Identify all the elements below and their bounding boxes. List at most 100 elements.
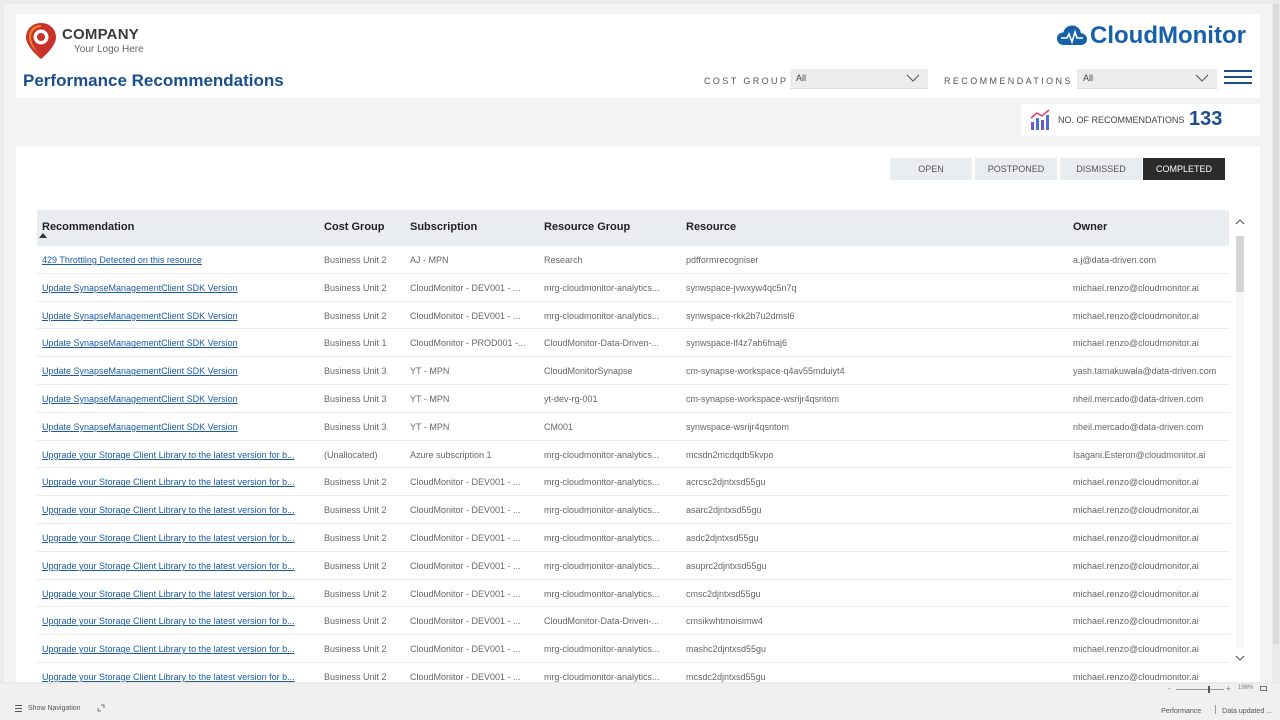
status-right: Performance Data updated ... [1161,705,1272,715]
subscription-cell: CloudMonitor - DEV001 - ... [410,477,521,488]
resource-cell: cmsikwhtmoisimw4 [686,616,764,627]
cost-group-cell: Business Unit 2 [324,644,387,655]
recommendation-link[interactable]: Update SynapseManagementClient SDK Versi… [42,422,314,432]
recommendation-link[interactable]: Upgrade your Storage Client Library to t… [42,589,314,599]
table-row: Upgrade your Storage Client Library to t… [37,663,1229,682]
column-header-recommendation[interactable]: Recommendation [42,221,314,233]
column-header-resource-group[interactable]: Resource Group [544,221,674,233]
owner-cell: michael.renzo@cloudmonitor.ai [1073,505,1199,516]
page-scrollbar[interactable] [1273,4,1279,644]
page-title: Performance Recommendations [23,71,284,90]
zoom-in-button[interactable]: + [1226,684,1231,693]
tab-open[interactable]: OPEN [890,158,972,180]
cost-group-cell: Business Unit 2 [324,532,387,543]
fit-to-page-icon[interactable] [1260,686,1267,691]
scroll-up-icon[interactable] [1235,218,1245,226]
recommendation-link[interactable]: Upgrade your Storage Client Library to t… [42,672,314,682]
subscription-cell: Azure subscription 1 [410,449,492,460]
resource-group-cell: yt-dev-rg-001 [544,393,598,404]
report-header: COMPANY Your Logo Here Performance Recom… [16,14,1260,98]
owner-cell: michael.renzo@cloudmonitor.ai [1073,588,1199,599]
brand-name: CloudMonitor [1090,22,1246,49]
recommendation-link[interactable]: Update SynapseManagementClient SDK Versi… [42,283,314,293]
recommendation-link[interactable]: Upgrade your Storage Client Library to t… [42,477,314,487]
zoom-out-button[interactable]: - [1168,684,1171,693]
cost-group-cell: Business Unit 3 [324,393,387,404]
recommendation-link[interactable]: 429 Throttling Detected on this resource [42,255,314,265]
column-header-resource[interactable]: Resource [686,221,1056,233]
recommendation-link[interactable]: Upgrade your Storage Client Library to t… [42,505,314,515]
table-row: Update SynapseManagementClient SDK Versi… [37,413,1229,441]
resource-cell: asuprc2djntxsd55gu [686,560,767,571]
report-canvas: COMPANY Your Logo Here Performance Recom… [4,4,1272,682]
recommendation-link[interactable]: Upgrade your Storage Client Library to t… [42,533,314,543]
recommendations-value: All [1083,73,1094,83]
cost-group-select[interactable]: All [790,69,928,89]
resource-cell: acrcsc2djntxsd55gu [686,477,766,488]
show-navigation-label: Show Navigation [28,705,81,712]
cost-group-cell: Business Unit 2 [324,505,387,516]
sort-ascending-icon[interactable] [39,233,47,238]
hamburger-menu-icon[interactable] [1224,70,1252,86]
scroll-down-icon[interactable] [1235,654,1245,662]
recommendation-link[interactable]: Update SynapseManagementClient SDK Versi… [42,394,314,404]
recommendation-link[interactable]: Update SynapseManagementClient SDK Versi… [42,311,314,321]
table-row: Upgrade your Storage Client Library to t… [37,524,1229,552]
column-header-cost-group[interactable]: Cost Group [324,221,404,233]
recommendation-link[interactable]: Upgrade your Storage Client Library to t… [42,644,314,654]
scrollbar-track[interactable] [1236,236,1244,648]
resource-group-cell: mrg-cloudmonitor-analytics... [544,449,660,460]
company-logo: COMPANY Your Logo Here [24,22,154,62]
subscription-cell: CloudMonitor - DEV001 - ... [410,644,521,655]
subscription-cell: CloudMonitor - DEV001 - ... [410,671,521,682]
tab-completed[interactable]: COMPLETED [1143,158,1225,180]
resource-group-cell: mrg-cloudmonitor-analytics... [544,477,660,488]
table-scrollbar[interactable] [1234,210,1246,670]
resource-cell: synwspace-wsrijr4qsntom [686,421,790,432]
table-row: Update SynapseManagementClient SDK Versi… [37,357,1229,385]
resource-group-cell: mrg-cloudmonitor-analytics... [544,560,660,571]
table-header: Recommendation Cost Group Subscription R… [37,210,1229,246]
recommendation-link[interactable]: Update SynapseManagementClient SDK Versi… [42,338,314,348]
table-row: Update SynapseManagementClient SDK Versi… [37,385,1229,413]
resource-cell: cm-synapse-workspace-q4av55mduiyt4 [686,366,845,377]
menu-lines-icon [15,705,22,712]
table-row: Upgrade your Storage Client Library to t… [37,552,1229,580]
resource-group-cell: mrg-cloudmonitor-analytics... [544,282,660,293]
owner-cell: michael.renzo@cloudmonitor.ai [1073,477,1199,488]
scrollbar-thumb[interactable] [1236,236,1244,292]
zoom-level: 196% [1238,685,1254,691]
owner-cell: nheil.mercado@data-driven.com [1073,421,1204,432]
resource-cell: cmsc2djntxsd55gu [686,588,761,599]
owner-cell: michael.renzo@cloudmonitor.ai [1073,644,1199,655]
recommendation-link[interactable]: Upgrade your Storage Client Library to t… [42,450,314,460]
tab-postponed[interactable]: POSTPONED [975,158,1057,180]
recommendation-link[interactable]: Upgrade your Storage Client Library to t… [42,561,314,571]
tab-dismissed[interactable]: DISMISSED [1060,158,1142,180]
resource-group-cell: CloudMonitorSynapse [544,366,633,377]
zoom-slider[interactable] [1176,689,1224,690]
resource-cell: mashc2djntxsd55gu [686,644,767,655]
recommendation-link[interactable]: Upgrade your Storage Client Library to t… [42,616,314,626]
column-header-subscription[interactable]: Subscription [410,221,532,233]
resource-group-cell: mrg-cloudmonitor-analytics... [544,644,660,655]
bar-chart-icon [1030,109,1050,130]
owner-cell: nheil.mercado@data-driven.com [1073,393,1204,404]
expand-icon[interactable] [97,704,105,712]
owner-cell: michael.renzo@cloudmonitor.ai [1073,338,1199,349]
table-row: Upgrade your Storage Client Library to t… [37,580,1229,608]
recommendation-link[interactable]: Update SynapseManagementClient SDK Versi… [42,366,314,376]
owner-cell: michael.renzo@cloudmonitor.ai [1073,310,1199,321]
cost-group-cell: Business Unit 2 [324,282,387,293]
page-name[interactable]: Performance [1161,708,1201,715]
company-tagline: Your Logo Here [74,44,144,55]
zoom-slider-handle[interactable] [1208,686,1210,693]
cost-group-value: All [796,73,807,83]
cost-group-cell: Business Unit 2 [324,616,387,627]
resource-group-cell: Research [544,255,583,265]
subscription-cell: AJ - MPN [410,255,449,265]
owner-cell: michael.renzo@cloudmonitor.ai [1073,616,1199,627]
column-header-owner[interactable]: Owner [1073,221,1229,233]
recommendations-select[interactable]: All [1077,69,1217,89]
zoom-control[interactable]: - + 196% [1168,684,1272,694]
